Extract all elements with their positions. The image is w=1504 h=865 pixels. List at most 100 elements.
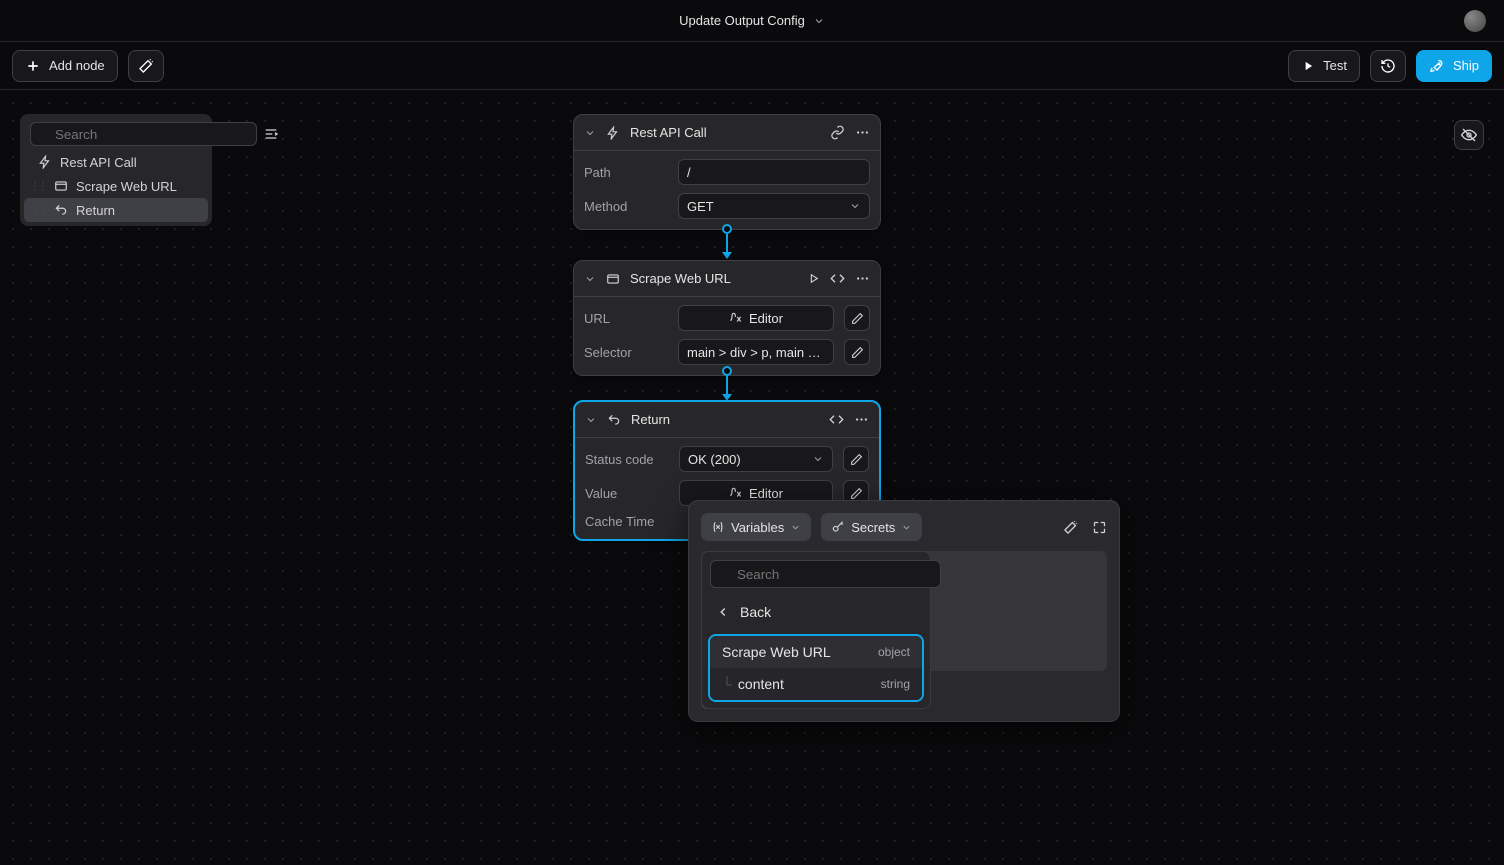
edit-status-button[interactable] <box>843 446 869 472</box>
bolt-icon <box>606 126 620 140</box>
connector <box>722 366 732 401</box>
fx-icon <box>729 486 743 500</box>
field-label-path: Path <box>584 165 668 180</box>
pencil-icon <box>851 346 864 359</box>
drag-handle-icon: ⋮⋮ <box>30 205 46 216</box>
outline-panel: Rest API Call ⋮⋮ Scrape Web URL ⋮⋮ Retur… <box>20 114 212 226</box>
canvas[interactable]: Rest API Call ⋮⋮ Scrape Web URL ⋮⋮ Retur… <box>0 90 1504 865</box>
magic-wand-button[interactable] <box>128 50 164 82</box>
pencil-icon <box>851 312 864 325</box>
expand-icon[interactable] <box>1092 520 1107 535</box>
chevron-down-icon[interactable] <box>584 273 596 285</box>
chevron-down-icon[interactable] <box>585 414 597 426</box>
node-header[interactable]: Rest API Call <box>574 115 880 151</box>
node-header[interactable]: Scrape Web URL <box>574 261 880 297</box>
more-icon[interactable] <box>855 271 870 286</box>
url-editor-button[interactable]: Editor <box>678 305 834 331</box>
secrets-dropdown[interactable]: Secrets <box>821 513 922 541</box>
page-title: Update Output Config <box>679 13 805 28</box>
variable-icon <box>711 520 725 534</box>
play-icon <box>1301 59 1315 73</box>
field-label-status: Status code <box>585 452 669 467</box>
more-icon[interactable] <box>854 412 869 427</box>
ship-button[interactable]: Ship <box>1416 50 1492 82</box>
outline-item-label: Rest API Call <box>60 155 137 170</box>
path-input[interactable]: / <box>678 159 870 185</box>
drag-handle-icon: ⋮⋮ <box>30 181 46 192</box>
outline-item-label: Return <box>76 203 115 218</box>
field-label-selector: Selector <box>584 345 668 360</box>
history-icon <box>1380 58 1396 74</box>
status-select[interactable]: OK (200) <box>679 446 833 472</box>
topbar: Update Output Config <box>0 0 1504 42</box>
node-rest-api-call[interactable]: Rest API Call Path / Method GET <box>573 114 881 230</box>
chevron-down-icon <box>812 453 824 465</box>
outline-search-input[interactable] <box>30 122 257 146</box>
test-label: Test <box>1323 58 1347 73</box>
add-node-button[interactable]: Add node <box>12 50 118 82</box>
field-label-method: Method <box>584 199 668 214</box>
wand-icon[interactable] <box>1063 520 1078 535</box>
return-icon <box>607 413 621 427</box>
chevron-down-icon <box>790 522 801 533</box>
outline-item-return[interactable]: ⋮⋮ Return <box>24 198 208 222</box>
history-button[interactable] <box>1370 50 1406 82</box>
wand-icon <box>138 58 154 74</box>
toolbar: Add node Test Ship <box>0 42 1504 90</box>
collapse-panel-button[interactable] <box>263 124 279 144</box>
avatar[interactable] <box>1464 10 1486 32</box>
variable-group-selected: Scrape Web URL object └ content string <box>708 634 924 702</box>
field-label-url: URL <box>584 311 668 326</box>
field-label-cache: Cache Time <box>585 514 669 529</box>
expression-editor-popover: Variables Secrets Back <box>688 500 1120 722</box>
eye-off-icon <box>1461 127 1477 143</box>
node-title: Rest API Call <box>630 125 707 140</box>
code-icon[interactable] <box>830 271 845 286</box>
bolt-icon <box>38 155 52 169</box>
more-icon[interactable] <box>855 125 870 140</box>
collapse-icon <box>263 126 279 142</box>
plus-icon <box>25 58 41 74</box>
tree-branch-icon: └ <box>722 676 732 692</box>
browser-icon <box>54 179 68 193</box>
return-icon <box>54 203 68 217</box>
rocket-icon <box>1429 58 1445 74</box>
key-icon <box>831 520 845 534</box>
variables-dropdown[interactable]: Variables <box>701 513 811 541</box>
link-icon[interactable] <box>830 125 845 140</box>
node-header[interactable]: Return <box>575 402 879 438</box>
field-label-value: Value <box>585 486 669 501</box>
add-node-label: Add node <box>49 58 105 73</box>
pencil-icon <box>850 487 863 500</box>
code-icon[interactable] <box>829 412 844 427</box>
ship-label: Ship <box>1453 58 1479 73</box>
outline-item-scrape[interactable]: ⋮⋮ Scrape Web URL <box>24 174 208 198</box>
node-title: Return <box>631 412 670 427</box>
connector <box>722 224 732 259</box>
method-select[interactable]: GET <box>678 193 870 219</box>
variable-child-row[interactable]: └ content string <box>710 668 922 700</box>
chevron-down-icon <box>901 522 912 533</box>
node-scrape-web-url[interactable]: Scrape Web URL URL Editor Selector main … <box>573 260 881 376</box>
variables-list-panel: Back Scrape Web URL object └ content str… <box>701 551 931 709</box>
pencil-icon <box>850 453 863 466</box>
chevron-left-icon <box>716 605 730 619</box>
outline-item-rest-api[interactable]: Rest API Call <box>24 150 208 174</box>
edit-url-button[interactable] <box>844 305 870 331</box>
chevron-down-icon <box>849 200 861 212</box>
edit-selector-button[interactable] <box>844 339 870 365</box>
chevron-down-icon <box>813 15 825 27</box>
variables-back-button[interactable]: Back <box>702 596 930 628</box>
chevron-down-icon[interactable] <box>584 127 596 139</box>
variable-group-row[interactable]: Scrape Web URL object <box>710 636 922 668</box>
variables-search-input[interactable] <box>710 560 941 588</box>
selector-input[interactable]: main > div > p, main > … <box>678 339 834 365</box>
page-title-dropdown[interactable]: Update Output Config <box>679 13 825 28</box>
browser-icon <box>606 272 620 286</box>
fx-icon <box>729 311 743 325</box>
outline-item-label: Scrape Web URL <box>76 179 177 194</box>
visibility-toggle-button[interactable] <box>1454 120 1484 150</box>
play-icon[interactable] <box>807 272 820 285</box>
test-button[interactable]: Test <box>1288 50 1360 82</box>
node-title: Scrape Web URL <box>630 271 731 286</box>
